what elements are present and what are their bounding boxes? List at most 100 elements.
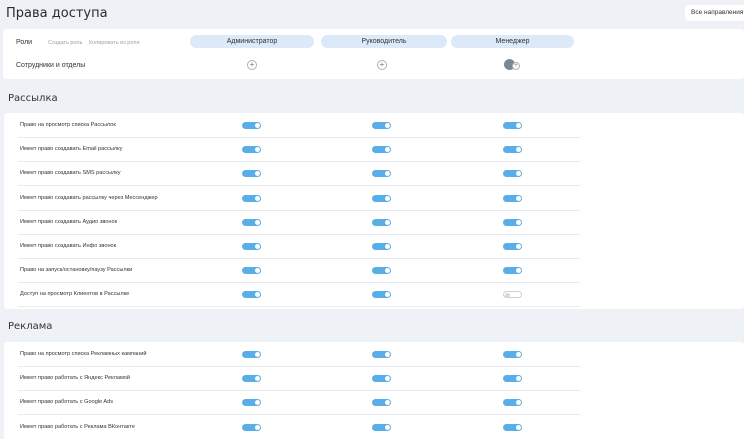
permission-toggle[interactable] xyxy=(503,423,522,431)
permission-row: Право на просмотр списка Рекламных кампа… xyxy=(18,343,580,367)
toggle-knob xyxy=(516,195,521,201)
add-staff-head-icon[interactable]: + xyxy=(377,60,387,70)
role-tab-administrator[interactable]: Администратор xyxy=(190,35,314,48)
permission-toggle[interactable] xyxy=(372,194,391,202)
directions-filter-button[interactable]: Все направления xyxy=(685,5,744,21)
permission-row: Имеет право работать с Яндекс Рекламой xyxy=(18,367,580,392)
permission-toggle[interactable] xyxy=(503,267,522,275)
toggle-knob xyxy=(385,376,390,382)
toggle-knob xyxy=(255,244,260,249)
toggle-knob xyxy=(516,171,521,177)
permission-toggle[interactable] xyxy=(503,122,522,129)
toggle-knob xyxy=(255,400,260,406)
toggle-knob xyxy=(385,352,390,357)
toggle-knob xyxy=(255,376,260,382)
permission-row: Имеет право создавать Инфо звонок xyxy=(18,235,580,259)
permission-toggle[interactable] xyxy=(242,291,261,299)
toggle-knob xyxy=(516,123,521,128)
permission-toggle[interactable] xyxy=(242,146,261,154)
permission-label: Имеет право создавать рассылку через Мес… xyxy=(20,194,158,201)
permission-toggle[interactable] xyxy=(503,243,522,250)
copy-role-link[interactable]: Копировать из роли xyxy=(89,40,140,46)
permission-toggle[interactable] xyxy=(242,375,261,383)
toggle-knob xyxy=(516,424,521,430)
permission-toggle[interactable] xyxy=(503,194,522,202)
permission-label: Имеет право работать с Google Ads xyxy=(20,399,114,406)
permission-row: Право на запуск/остановку/паузу Рассылки xyxy=(18,259,580,284)
permission-toggle[interactable] xyxy=(372,243,391,250)
toggle-knob xyxy=(255,268,260,274)
permission-toggle[interactable] xyxy=(242,267,261,275)
permission-toggle[interactable] xyxy=(242,122,261,129)
toggle-knob xyxy=(516,376,521,382)
permission-row: Имеет право создавать Email рассылку xyxy=(18,138,580,163)
section-title-mailing: Рассылка xyxy=(8,93,58,104)
permission-toggle[interactable] xyxy=(372,375,391,383)
permission-toggle[interactable] xyxy=(372,351,391,358)
toggle-knob xyxy=(516,268,521,274)
permission-toggle[interactable] xyxy=(372,170,391,178)
permission-toggle[interactable] xyxy=(242,218,261,226)
toggle-knob xyxy=(385,424,390,430)
permission-label: Имеет право работать с Яндекс Рекламой xyxy=(20,375,131,382)
toggle-knob xyxy=(516,219,521,225)
permission-toggle[interactable] xyxy=(372,122,391,129)
toggle-knob xyxy=(385,171,390,177)
add-staff-manager-icon[interactable]: + xyxy=(512,62,520,70)
roles-label: Роли xyxy=(16,39,33,46)
toggle-knob xyxy=(385,244,390,249)
toggle-knob xyxy=(385,268,390,274)
toggle-knob xyxy=(516,352,521,357)
toggle-knob xyxy=(255,147,260,153)
permission-row: Доступ на просмотр Клиентов в Рассылке xyxy=(18,283,580,308)
toggle-knob xyxy=(255,352,260,357)
toggle-knob xyxy=(516,244,521,249)
permission-toggle[interactable] xyxy=(503,146,522,154)
permission-toggle[interactable] xyxy=(503,218,522,226)
permission-toggle[interactable] xyxy=(242,170,261,178)
permission-label: Имеет право создавать Email рассылку xyxy=(20,146,123,153)
toggle-knob xyxy=(385,292,390,298)
permission-toggle[interactable] xyxy=(242,243,261,250)
role-tab-manager[interactable]: Менеджер xyxy=(451,35,574,48)
top-bar: Права доступа Все направления xyxy=(0,0,744,28)
toggle-knob xyxy=(505,292,510,298)
permission-toggle[interactable] xyxy=(242,194,261,202)
page-title: Права доступа xyxy=(6,6,108,21)
create-role-link[interactable]: Создать роль xyxy=(48,40,83,46)
permission-toggle[interactable] xyxy=(503,375,522,383)
permission-toggle[interactable] xyxy=(242,423,261,431)
permission-toggle[interactable] xyxy=(372,267,391,275)
toggle-knob xyxy=(255,424,260,430)
permission-toggle[interactable] xyxy=(372,291,391,299)
permission-label: Доступ на просмотр Клиентов в Рассылке xyxy=(20,291,130,298)
permission-row: Право на просмотр списка Рассылок xyxy=(18,114,580,138)
toggle-knob xyxy=(255,219,260,225)
permission-toggle[interactable] xyxy=(242,351,261,358)
permission-label: Имеет право создавать SMS рассылку xyxy=(20,170,121,177)
add-staff-administrator-icon[interactable]: + xyxy=(247,60,257,70)
permission-toggle[interactable] xyxy=(503,291,522,299)
permission-toggle[interactable] xyxy=(242,399,261,407)
toggle-knob xyxy=(385,400,390,406)
permission-label: Право на просмотр списка Рассылок xyxy=(20,122,116,128)
permission-toggle[interactable] xyxy=(372,146,391,154)
permission-toggle[interactable] xyxy=(503,351,522,358)
permission-toggle[interactable] xyxy=(372,399,391,407)
permission-row: Имеет право создавать Аудио звонок xyxy=(18,211,580,235)
permission-row: Имеет право создавать рассылку через Мес… xyxy=(18,187,580,211)
permission-row: Имеет право создавать SMS рассылку xyxy=(18,162,580,187)
permission-toggle[interactable] xyxy=(503,399,522,407)
role-tab-head[interactable]: Руководитель xyxy=(321,35,447,48)
toggle-knob xyxy=(255,171,260,177)
permission-label: Право на запуск/остановку/паузу Рассылки xyxy=(20,267,133,274)
permission-toggle[interactable] xyxy=(372,423,391,431)
permission-row: Имеет право работать с Реклама ВКонтакте xyxy=(18,416,580,439)
permission-label: Имеет право создавать Инфо звонок xyxy=(20,243,117,249)
section-title-ads: Реклама xyxy=(8,321,53,332)
staff-label: Сотрудники и отделы xyxy=(16,62,86,69)
permission-toggle[interactable] xyxy=(372,218,391,226)
permission-label: Имеет право работать с Реклама ВКонтакте xyxy=(20,423,136,430)
toggle-knob xyxy=(255,195,260,201)
permission-toggle[interactable] xyxy=(503,170,522,178)
